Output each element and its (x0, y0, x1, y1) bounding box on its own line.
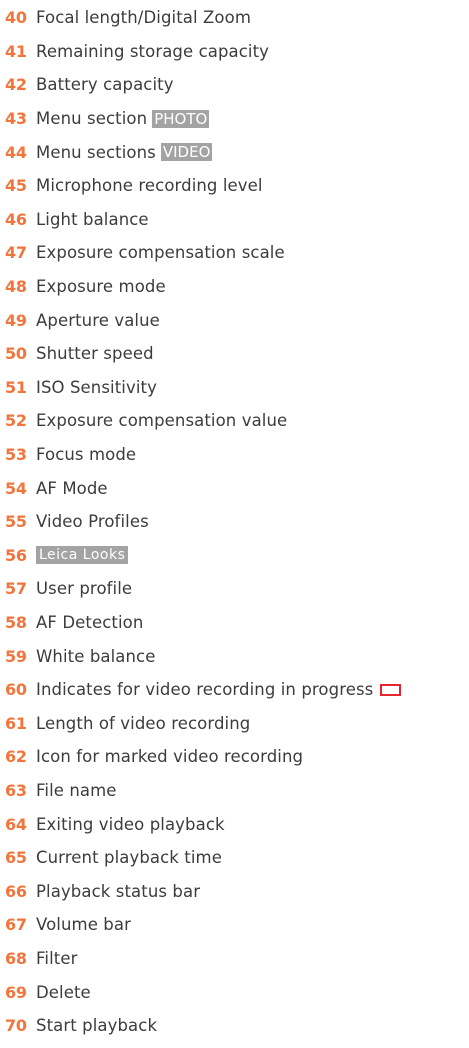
item-number: 44 (5, 142, 27, 162)
item-label: Exiting video playback (36, 814, 225, 834)
item-number: 45 (5, 176, 27, 196)
recording-indicator-icon (380, 683, 402, 696)
item-label: Volume bar (36, 915, 131, 935)
legend-item: 53 Focus mode (0, 438, 469, 472)
legend-item: 60 Indicates for video recording in prog… (0, 673, 469, 707)
item-label: Icon for marked video recording (36, 747, 304, 767)
item-number: 52 (5, 411, 27, 431)
leica-looks-tag: Leica Looks (36, 546, 129, 565)
legend-item: 62 Icon for marked video recording (0, 740, 469, 774)
legend-item: 52 Exposure compensation value (0, 404, 469, 438)
item-label: ISO Sensitivity (36, 377, 157, 397)
menu-section-tag-photo: PHOTO (152, 109, 210, 128)
legend-item: 68 Filter (0, 942, 469, 976)
legend-item: 44 Menu sections VIDEO (0, 135, 469, 169)
item-label: User profile (36, 579, 133, 599)
legend-item: 64 Exiting video playback (0, 807, 469, 841)
item-number: 64 (5, 814, 27, 834)
legend-item: 69 Delete (0, 975, 469, 1009)
legend-item: 49 Aperture value (0, 303, 469, 337)
legend-list: 40 Focal length/Digital Zoom 41 Remainin… (0, 0, 469, 1042)
legend-item: 58 AF Detection (0, 606, 469, 640)
item-label: White balance (36, 646, 156, 666)
item-number: 43 (5, 109, 27, 129)
item-label: Delete (36, 982, 91, 1002)
item-label: Focus mode (36, 445, 137, 465)
item-number: 69 (5, 982, 27, 1002)
legend-item: 47 Exposure compensation scale (0, 236, 469, 270)
item-number: 51 (5, 377, 27, 397)
item-number: 61 (5, 713, 27, 733)
item-number: 55 (5, 512, 27, 532)
item-label: Indicates for video recording in progres… (36, 680, 374, 700)
legend-item: 46 Light balance (0, 203, 469, 237)
legend-item: 65 Current playback time (0, 841, 469, 875)
item-label: Exposure mode (36, 277, 166, 297)
item-number: 58 (5, 612, 27, 632)
item-label: Light balance (36, 209, 149, 229)
legend-item: 55 Video Profiles (0, 505, 469, 539)
legend-item: 45 Microphone recording level (0, 169, 469, 203)
item-label: File name (36, 780, 117, 800)
item-label: Shutter speed (36, 344, 154, 364)
item-number: 47 (5, 243, 27, 263)
item-label: Playback status bar (36, 881, 201, 901)
item-number: 42 (5, 75, 27, 95)
item-label: Length of video recording (36, 713, 251, 733)
legend-item: 40 Focal length/Digital Zoom (0, 1, 469, 35)
item-number: 41 (5, 41, 27, 61)
item-label: Battery capacity (36, 75, 174, 95)
item-label: AF Mode (36, 478, 108, 498)
item-label: Menu sections (36, 142, 156, 162)
item-label: AF Detection (36, 612, 144, 632)
legend-item: 43 Menu section PHOTO (0, 102, 469, 136)
item-label: Remaining storage capacity (36, 41, 270, 61)
item-label: Current playback time (36, 848, 222, 868)
item-number: 54 (5, 478, 27, 498)
item-number: 53 (5, 445, 27, 465)
legend-item: 61 Length of video recording (0, 706, 469, 740)
legend-item: 54 AF Mode (0, 471, 469, 505)
item-label: Filter (36, 948, 78, 968)
legend-item: 41 Remaining storage capacity (0, 35, 469, 69)
item-number: 63 (5, 780, 27, 800)
legend-item: 51 ISO Sensitivity (0, 371, 469, 405)
item-number: 70 (5, 1016, 27, 1036)
legend-item: 50 Shutter speed (0, 337, 469, 371)
legend-item: 48 Exposure mode (0, 270, 469, 304)
item-label: Aperture value (36, 310, 160, 330)
item-label: Microphone recording level (36, 176, 263, 196)
item-number: 60 (5, 680, 27, 700)
legend-item: 67 Volume bar (0, 908, 469, 942)
item-label: Focal length/Digital Zoom (36, 8, 251, 28)
legend-item: 63 File name (0, 774, 469, 808)
legend-item: 42 Battery capacity (0, 68, 469, 102)
item-number: 65 (5, 848, 27, 868)
menu-section-tag-video: VIDEO (160, 143, 213, 162)
item-label: Exposure compensation value (36, 411, 288, 431)
legend-item: 57 User profile (0, 572, 469, 606)
item-label: Video Profiles (36, 512, 149, 532)
legend-item: 56 Leica Looks (0, 539, 469, 573)
item-number: 66 (5, 881, 27, 901)
legend-item: 66 Playback status bar (0, 874, 469, 908)
item-number: 50 (5, 344, 27, 364)
item-number: 68 (5, 948, 27, 968)
item-number: 62 (5, 747, 27, 767)
item-number: 48 (5, 277, 27, 297)
item-number: 59 (5, 646, 27, 666)
item-number: 57 (5, 579, 27, 599)
item-number: 49 (5, 310, 27, 330)
legend-item: 70 Start playback (0, 1009, 469, 1043)
item-number: 46 (5, 209, 27, 229)
item-number: 67 (5, 915, 27, 935)
item-number: 40 (5, 8, 27, 28)
item-label: Exposure compensation scale (36, 243, 285, 263)
legend-item: 59 White balance (0, 639, 469, 673)
item-label: Start playback (36, 1016, 158, 1036)
item-label: Menu section (36, 109, 148, 129)
item-number: 56 (5, 545, 27, 565)
